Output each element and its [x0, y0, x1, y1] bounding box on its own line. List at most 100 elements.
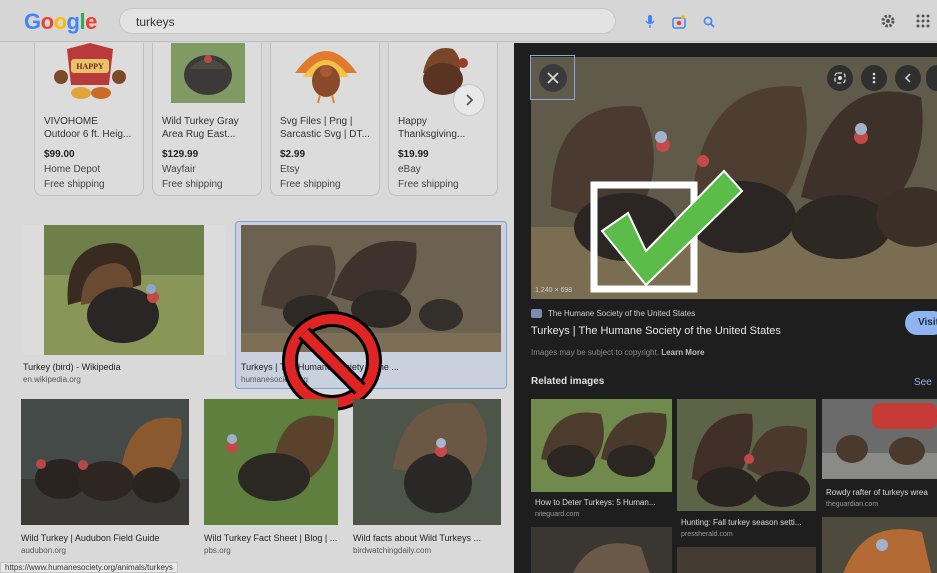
- svg-text:HAPPY: HAPPY: [76, 62, 104, 71]
- logo-letter: G: [24, 9, 41, 34]
- related-image[interactable]: Hunting: Fall turkey season setti... pre…: [677, 399, 816, 573]
- product-title: Happy: [398, 116, 427, 127]
- result-source: birdwatchingdaily.com: [353, 546, 432, 555]
- product-shipping: Free shipping: [398, 179, 459, 190]
- product-price: $2.99: [280, 149, 306, 160]
- chevron-right-icon: [466, 94, 474, 106]
- product-title-2: Thanksgiving...: [398, 129, 466, 140]
- lens-icon: [834, 72, 846, 84]
- product-title: Wild Turkey Gray: [162, 116, 239, 127]
- results-pane: HAPPY VIVOHOME Outdoor 6 ft. Heig... $99…: [0, 43, 514, 573]
- related-caption: Hunting: Fall turkey season setti...: [681, 518, 802, 527]
- status-bar-url: https://www.humanesociety.org/animals/tu…: [0, 562, 178, 573]
- search-box: [119, 8, 715, 34]
- related-images-header: Related images: [531, 376, 605, 387]
- camera-icon[interactable]: [671, 14, 687, 30]
- chevron-left-icon: [904, 73, 911, 83]
- shopping-card[interactable]: Happy Thanksgiving... $19.99 eBay Free s…: [388, 43, 498, 196]
- site-favicon: [531, 309, 542, 318]
- result-image: [353, 399, 501, 525]
- related-caption: How to Deter Turkeys: 5 Human...: [535, 498, 656, 507]
- related-image[interactable]: Rowdy rafter of turkeys wrea theguardian…: [822, 399, 937, 573]
- page-title-link[interactable]: Turkeys | The Humane Society of the Unit…: [531, 325, 781, 337]
- image-preview-panel: 1,240 × 698 The Humane Society of the Un…: [514, 43, 937, 573]
- see-all-link[interactable]: See: [914, 377, 932, 388]
- mic-icon[interactable]: [642, 14, 658, 30]
- product-title: Svg Files | Png |: [280, 116, 353, 127]
- result-caption: Wild Turkey | Audubon Field Guide: [21, 533, 160, 543]
- site-name[interactable]: The Humane Society of the United States: [548, 309, 695, 318]
- image-result[interactable]: Wild Turkey Fact Sheet | Blog | ... pbs.…: [204, 399, 340, 559]
- search-input[interactable]: [136, 13, 516, 30]
- carousel-next-button[interactable]: [453, 84, 485, 116]
- prohibited-sign-icon: [282, 311, 382, 411]
- search-header: Google: [0, 0, 937, 42]
- product-title: VIVOHOME: [44, 116, 98, 127]
- related-image-thumb: [531, 527, 672, 573]
- more-vert-icon: [872, 72, 876, 84]
- product-image: [285, 43, 367, 105]
- green-checkmark-icon: [590, 169, 744, 293]
- next-image-button[interactable]: [926, 65, 937, 91]
- product-image: [171, 43, 245, 103]
- product-price: $99.00: [44, 149, 75, 160]
- product-image: HAPPY: [49, 43, 131, 105]
- product-store: Etsy: [280, 164, 300, 175]
- logo-letter: g: [66, 9, 80, 34]
- related-source: pressherald.com: [681, 531, 733, 538]
- product-price: $129.99: [162, 149, 199, 160]
- result-source: pbs.org: [204, 546, 231, 555]
- result-caption: Wild Turkey Fact Sheet | Blog | ...: [204, 533, 338, 543]
- related-source: theguardian.com: [826, 501, 879, 508]
- related-image-thumb: [677, 547, 816, 573]
- product-price: $19.99: [398, 149, 429, 160]
- gear-icon[interactable]: [878, 11, 898, 31]
- learn-more-link[interactable]: Learn More: [661, 348, 704, 357]
- related-image-thumb: [822, 399, 937, 479]
- copyright-text: Images may be subject to copyright.: [531, 348, 660, 357]
- result-image: [23, 225, 226, 355]
- shopping-card[interactable]: Svg Files | Png | Sarcastic Svg | DT... …: [270, 43, 380, 196]
- apps-grid-icon[interactable]: [914, 12, 932, 30]
- product-store: Wayfair: [162, 164, 196, 175]
- close-icon: [546, 71, 559, 84]
- result-image: [204, 399, 338, 525]
- visit-button[interactable]: Visit: [905, 311, 937, 335]
- related-image-thumb: [531, 399, 672, 492]
- previous-image-button[interactable]: [895, 65, 921, 91]
- image-result[interactable]: Turkey (bird) - Wikipedia en.wikipedia.o…: [23, 225, 226, 385]
- google-logo[interactable]: Google: [24, 9, 97, 35]
- product-shipping: Free shipping: [280, 179, 341, 190]
- logo-letter: o: [40, 9, 54, 34]
- related-image[interactable]: How to Deter Turkeys: 5 Human... nitegua…: [531, 399, 672, 573]
- logo-letter: o: [53, 9, 67, 34]
- product-store: eBay: [398, 164, 421, 175]
- result-source: audubon.org: [21, 546, 66, 555]
- result-source: en.wikipedia.org: [23, 375, 81, 384]
- related-source: niteguard.com: [535, 511, 580, 518]
- product-title-2: Area Rug East...: [162, 129, 236, 140]
- product-title-2: Sarcastic Svg | DT...: [280, 129, 370, 140]
- product-title-2: Outdoor 6 ft. Heig...: [44, 129, 132, 140]
- copyright-notice: Images may be subject to copyright. Lear…: [531, 348, 704, 357]
- close-button-highlight: [530, 55, 575, 100]
- lens-button[interactable]: [827, 65, 853, 91]
- related-image-thumb: [822, 517, 937, 573]
- image-dimensions: 1,240 × 698: [535, 287, 573, 294]
- product-store: Home Depot: [44, 164, 101, 175]
- image-result[interactable]: Wild Turkey | Audubon Field Guide audubo…: [21, 399, 191, 559]
- related-caption: Rowdy rafter of turkeys wrea: [826, 488, 928, 497]
- related-image-thumb: [677, 399, 816, 511]
- product-shipping: Free shipping: [44, 179, 105, 190]
- shopping-card[interactable]: HAPPY VIVOHOME Outdoor 6 ft. Heig... $99…: [34, 43, 144, 196]
- search-icon[interactable]: [701, 14, 717, 30]
- result-image: [21, 399, 189, 525]
- shopping-card[interactable]: Wild Turkey Gray Area Rug East... $129.9…: [152, 43, 262, 196]
- result-caption: Wild facts about Wild Turkeys ...: [353, 533, 482, 543]
- browser-page: Google HAPPY: [0, 0, 937, 573]
- more-options-button[interactable]: [861, 65, 887, 91]
- product-shipping: Free shipping: [162, 179, 223, 190]
- result-caption: Turkey (bird) - Wikipedia: [23, 362, 121, 372]
- image-result[interactable]: Wild facts about Wild Turkeys ... birdwa…: [353, 399, 501, 559]
- close-button[interactable]: [538, 63, 567, 92]
